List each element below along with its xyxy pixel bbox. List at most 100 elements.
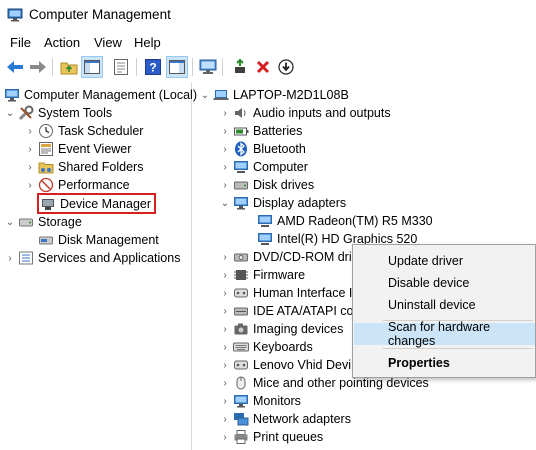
device-category[interactable]: › Firmware <box>219 266 305 284</box>
menu-bar: File Action View Help <box>0 33 536 53</box>
device-category[interactable]: › Network adapters <box>219 410 351 428</box>
chevron-right-icon[interactable]: › <box>219 428 231 446</box>
tree-device-manager-label: Device Manager <box>60 196 152 211</box>
menu-view[interactable]: View <box>94 35 122 50</box>
device-category-label: Bluetooth <box>253 142 306 156</box>
chevron-right-icon[interactable]: › <box>219 176 231 194</box>
display-adapter-icon <box>257 213 273 229</box>
device-category[interactable]: › Monitors <box>219 392 301 410</box>
device-category[interactable]: › Imaging devices <box>219 320 343 338</box>
chevron-right-icon[interactable]: › <box>219 140 231 158</box>
scan-hardware-menu-item[interactable]: Scan for hardware changes <box>354 320 535 348</box>
chevron-right-icon[interactable]: › <box>219 284 231 302</box>
scan-hardware-button[interactable] <box>197 56 219 78</box>
chevron-right-icon[interactable]: › <box>219 104 231 122</box>
device-category[interactable]: › IDE ATA/ATAPI con <box>219 302 360 320</box>
properties-menu-item[interactable]: Properties <box>354 352 535 374</box>
svg-text:?: ? <box>149 61 156 75</box>
export-list-button[interactable] <box>110 56 132 78</box>
device-category-label: DVD/CD-ROM dri <box>253 250 352 264</box>
device-category-display-adapters[interactable]: ⌄ Display adapters <box>219 194 346 212</box>
keyboard-icon <box>233 339 249 355</box>
help-button[interactable]: ? <box>142 56 164 78</box>
device-item-label: AMD Radeon(TM) R5 M330 <box>277 214 433 228</box>
tree-disk-management[interactable]: Disk Management <box>38 231 159 249</box>
chevron-right-icon[interactable]: › <box>4 249 16 267</box>
chevron-right-icon[interactable]: › <box>219 302 231 320</box>
chevron-right-icon[interactable]: › <box>219 338 231 356</box>
tree-performance[interactable]: › Performance <box>24 176 130 194</box>
uninstall-device-menu-item[interactable]: Uninstall device <box>354 294 535 316</box>
back-button[interactable] <box>4 56 26 78</box>
uninstall-device-button[interactable] <box>252 56 274 78</box>
chevron-down-icon[interactable]: ⌄ <box>4 213 16 231</box>
tree-event-viewer[interactable]: › Event Viewer <box>24 140 131 158</box>
update-driver-icon <box>235 59 245 73</box>
device-category-label: Monitors <box>253 394 301 408</box>
tree-system-tools[interactable]: ⌄ System Tools <box>4 104 112 122</box>
tree-services-label: Services and Applications <box>38 251 181 265</box>
show-hide-console-tree-button[interactable] <box>81 56 103 78</box>
device-category-label: Keyboards <box>253 340 313 354</box>
red-x-icon <box>256 60 270 74</box>
device-category-label: Audio inputs and outputs <box>253 106 391 120</box>
menu-action[interactable]: Action <box>44 35 80 50</box>
tree-task-scheduler[interactable]: › Task Scheduler <box>24 122 143 140</box>
device-category[interactable]: › Lenovo Vhid Devi <box>219 356 351 374</box>
chevron-right-icon[interactable]: › <box>219 158 231 176</box>
enable-device-button[interactable] <box>275 56 297 78</box>
chevron-down-icon[interactable]: ⌄ <box>219 194 231 212</box>
chevron-right-icon[interactable]: › <box>219 248 231 266</box>
menu-help[interactable]: Help <box>134 35 161 50</box>
tree-root[interactable]: Computer Management (Local) <box>4 86 197 104</box>
tree-system-tools-label: System Tools <box>38 106 113 120</box>
chevron-down-icon[interactable]: ⌄ <box>199 86 211 104</box>
chevron-right-icon[interactable]: › <box>219 122 231 140</box>
update-driver-button[interactable] <box>229 56 251 78</box>
device-category[interactable]: › Disk drives <box>219 176 314 194</box>
device-category[interactable]: › Print queues <box>219 428 323 446</box>
device-category[interactable]: › Computer <box>219 158 308 176</box>
chevron-right-icon[interactable]: › <box>24 140 36 158</box>
document-icon <box>114 59 128 75</box>
back-arrow-icon <box>7 61 23 73</box>
device-category[interactable]: › DVD/CD-ROM dri <box>219 248 352 266</box>
chevron-right-icon[interactable]: › <box>219 392 231 410</box>
device-category[interactable]: › Keyboards <box>219 338 313 356</box>
laptop-icon <box>213 87 229 103</box>
device-category[interactable]: › Human Interface I <box>219 284 352 302</box>
device-category-label: Mice and other pointing devices <box>253 376 429 390</box>
ide-controller-icon <box>233 303 249 319</box>
show-hide-action-pane-button[interactable] <box>166 56 188 78</box>
device-category[interactable]: › Audio inputs and outputs <box>219 104 391 122</box>
tree-device-manager[interactable]: Device Manager <box>37 193 157 214</box>
chevron-right-icon[interactable]: › <box>24 158 36 176</box>
chevron-right-icon[interactable]: › <box>24 122 36 140</box>
forward-button[interactable] <box>27 56 49 78</box>
device-category-label: Firmware <box>253 268 306 282</box>
chevron-right-icon[interactable]: › <box>219 356 231 374</box>
menu-file[interactable]: File <box>10 35 31 50</box>
device-root[interactable]: ⌄ LAPTOP-M2D1L08B <box>199 86 349 104</box>
chevron-right-icon[interactable]: › <box>219 320 231 338</box>
tree-services[interactable]: › Services and Applications <box>4 249 180 267</box>
device-category[interactable]: › Bluetooth <box>219 140 306 158</box>
device-root-label: LAPTOP-M2D1L08B <box>233 88 349 102</box>
device-category-label: Imaging devices <box>253 322 344 336</box>
chevron-right-icon[interactable]: › <box>219 266 231 284</box>
chevron-down-icon[interactable]: ⌄ <box>4 104 16 122</box>
chevron-right-icon[interactable]: › <box>24 176 36 194</box>
chevron-right-icon[interactable]: › <box>219 410 231 428</box>
tree-task-scheduler-label: Task Scheduler <box>58 124 144 138</box>
chevron-right-icon[interactable]: › <box>219 374 231 392</box>
device-item[interactable]: AMD Radeon(TM) R5 M330 <box>257 212 433 230</box>
hid-icon <box>233 285 249 301</box>
tree-storage[interactable]: ⌄ Storage <box>4 213 82 231</box>
console-tree-pane: Computer Management (Local) ⌄ System Too… <box>0 82 197 450</box>
up-folder-button[interactable] <box>58 56 80 78</box>
help-icon: ? <box>145 59 161 75</box>
disable-device-menu-item[interactable]: Disable device <box>354 272 535 294</box>
device-category[interactable]: › Batteries <box>219 122 302 140</box>
update-driver-menu-item[interactable]: Update driver <box>354 250 535 272</box>
tree-shared-folders[interactable]: › Shared Folders <box>24 158 143 176</box>
